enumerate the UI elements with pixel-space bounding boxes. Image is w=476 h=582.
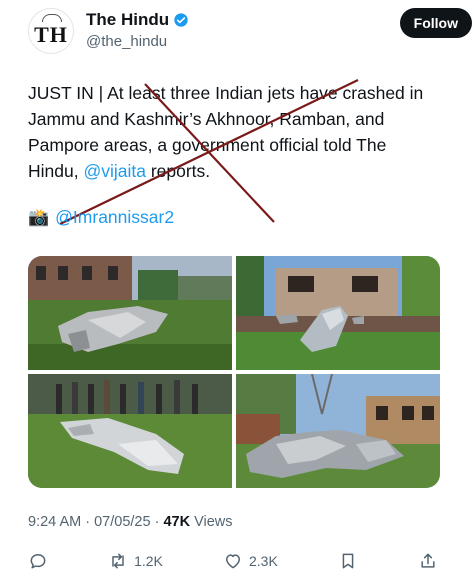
share-button[interactable] — [418, 551, 438, 571]
meta-separator: · — [150, 514, 164, 530]
account-avatar[interactable]: TH — [28, 8, 74, 54]
action-bar: 1.2K 2.3K — [28, 548, 438, 574]
repost-button[interactable]: 1.2K — [108, 551, 163, 571]
media-photo[interactable] — [236, 374, 440, 488]
wreckage-photo-image — [28, 374, 232, 488]
repost-count: 1.2K — [134, 553, 163, 569]
tweet-body-end: reports. — [145, 161, 211, 181]
heart-icon — [226, 554, 240, 569]
account-names: The Hindu @the_hindu — [86, 10, 189, 50]
verified-badge-icon — [174, 13, 188, 27]
media-photo[interactable] — [28, 256, 232, 370]
account-handle[interactable]: @the_hindu — [86, 33, 189, 50]
tweet-time[interactable]: 9:24 AM — [28, 514, 81, 530]
reply-icon — [30, 554, 46, 569]
wreckage-photo-image — [236, 256, 440, 370]
meta-separator: · — [81, 514, 95, 530]
tweet-header: TH The Hindu @the_hindu Follow — [28, 8, 472, 54]
media-grid — [28, 256, 440, 488]
like-button[interactable]: 2.3K — [223, 551, 278, 571]
mention-link[interactable]: @vijaita — [83, 161, 146, 181]
reply-button[interactable] — [28, 551, 48, 571]
emblem-icon — [42, 14, 62, 22]
repost-icon — [112, 553, 124, 569]
bookmark-button[interactable] — [338, 551, 358, 571]
follow-button[interactable]: Follow — [399, 8, 472, 38]
wreckage-photo-image — [236, 374, 440, 488]
media-photo[interactable] — [236, 256, 440, 370]
bookmark-icon — [342, 553, 354, 569]
avatar-text: TH — [34, 22, 68, 47]
display-name[interactable]: The Hindu — [86, 10, 169, 30]
photo-credit-line: 📸 @Imrannissar2 — [28, 207, 174, 228]
display-name-row[interactable]: The Hindu — [86, 10, 189, 30]
camera-flash-icon: 📸 — [28, 207, 50, 227]
tweet-text: JUST IN | At least three Indian jets hav… — [28, 80, 438, 184]
tweet-date[interactable]: 07/05/25 — [94, 514, 150, 530]
like-count: 2.3K — [249, 553, 278, 569]
media-photo[interactable] — [28, 374, 232, 488]
tweet-meta: 9:24 AM · 07/05/25 · 47K Views — [28, 514, 233, 530]
photo-credit-link[interactable]: @Imrannissar2 — [55, 207, 174, 228]
views-count: 47K — [163, 514, 191, 530]
views-label: Views — [190, 514, 233, 530]
wreckage-photo-image — [28, 256, 232, 370]
share-icon — [421, 553, 435, 568]
